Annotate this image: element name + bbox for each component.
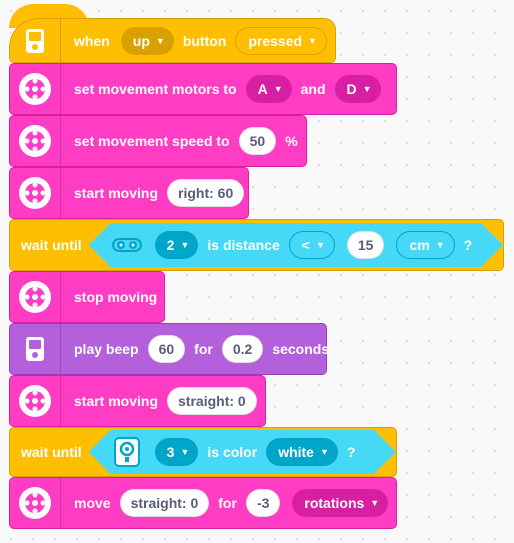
move-unit-value: rotations [304, 495, 365, 511]
motor-a-dropdown[interactable]: A ▼ [245, 75, 292, 103]
color-sensor-icon-box [111, 436, 143, 468]
motor-icon-cell [10, 116, 61, 166]
motor-icon-cell [10, 64, 61, 114]
wait-until-label: wait until [21, 444, 82, 460]
steering-input[interactable]: right: 60 [167, 179, 245, 207]
color-condition[interactable]: 3 ▼ is color white ▼ ? [89, 430, 396, 474]
chevron-down-icon: ▼ [273, 84, 283, 94]
stop-moving-label: stop moving [74, 289, 158, 305]
motor-b-value: D [346, 81, 357, 97]
motor-icon [19, 281, 51, 313]
chevron-down-icon: ▼ [435, 240, 445, 250]
set-speed-label: set movement speed to [74, 133, 230, 149]
seconds-label: seconds [272, 341, 330, 357]
color-sensor-icon [114, 437, 140, 467]
speed-input[interactable]: 50 [238, 127, 277, 155]
chevron-down-icon: ▼ [180, 240, 190, 250]
and-label: and [300, 81, 326, 97]
percent-label: % [285, 133, 298, 149]
comparator-dropdown[interactable]: < ▼ [289, 231, 335, 259]
button-dropdown-value: up [132, 32, 150, 49]
when-label: when [74, 32, 110, 49]
is-distance-label: is distance [207, 237, 280, 253]
motor-icon-cell [10, 478, 61, 528]
set-movement-speed-block[interactable]: set movement speed to 50 % [9, 115, 307, 167]
for-label: for [218, 495, 237, 511]
set-movement-motors-block[interactable]: set movement motors to A ▼ and D ▼ [9, 63, 397, 115]
is-color-label: is color [207, 444, 258, 460]
chevron-down-icon: ▼ [308, 35, 317, 46]
wait-until-label: wait until [21, 237, 82, 253]
when-button-pressed-block[interactable]: when up ▼ button pressed ▼ [9, 18, 336, 63]
chevron-down-icon: ▼ [315, 240, 325, 250]
hub-icon [26, 28, 44, 53]
comparator-value: < [301, 237, 310, 253]
beep-duration-input[interactable]: 0.2 [221, 335, 264, 363]
steering-input[interactable]: straight: 0 [167, 387, 257, 415]
wait-until-color-block[interactable]: wait until 3 ▼ is color white ▼ ? [9, 427, 397, 477]
move-amount-input[interactable]: -3 [245, 489, 281, 517]
distance-port-value: 2 [166, 237, 175, 253]
move-steering-input[interactable]: straight: 0 [119, 489, 210, 517]
play-beep-label: play beep [74, 341, 139, 357]
start-moving-block[interactable]: start moving straight: 0 [9, 375, 266, 427]
hub-icon-cell [10, 19, 61, 62]
hub-icon-cell [10, 324, 61, 374]
chevron-down-icon: ▼ [319, 447, 329, 457]
button-dropdown[interactable]: up ▼ [120, 26, 174, 55]
button-state-dropdown[interactable]: pressed ▼ [235, 26, 327, 55]
motor-icon [19, 487, 51, 519]
chevron-down-icon: ▼ [180, 447, 190, 457]
distance-unit-dropdown[interactable]: cm ▼ [396, 231, 454, 259]
button-state-value: pressed [248, 32, 303, 49]
stop-moving-block[interactable]: stop moving [9, 271, 165, 323]
color-port-value: 3 [166, 444, 175, 460]
wait-until-distance-block[interactable]: wait until 2 ▼ is distance < ▼ 15 cm ▼ ? [9, 219, 504, 271]
distance-port-dropdown[interactable]: 2 ▼ [155, 231, 199, 259]
button-label: button [182, 32, 227, 49]
start-moving-label: start moving [74, 185, 159, 201]
motor-icon-cell [10, 376, 61, 426]
beep-note-input[interactable]: 60 [147, 335, 186, 363]
question-mark: ? [463, 237, 473, 253]
for-label: for [194, 341, 213, 357]
start-moving-block[interactable]: start moving right: 60 [9, 167, 249, 219]
motor-icon [19, 385, 51, 417]
motor-a-value: A [257, 81, 268, 97]
distance-sensor-icon [112, 236, 142, 254]
motor-icon [19, 177, 51, 209]
motor-b-dropdown[interactable]: D ▼ [334, 75, 381, 103]
set-motors-label: set movement motors to [74, 81, 237, 97]
move-unit-dropdown[interactable]: rotations ▼ [292, 489, 389, 517]
distance-unit-value: cm [409, 237, 430, 253]
distance-sensor-icon-box [111, 229, 143, 261]
move-block[interactable]: move straight: 0 for -3 rotations ▼ [9, 477, 397, 529]
motor-icon-cell [10, 168, 61, 218]
color-port-dropdown[interactable]: 3 ▼ [155, 438, 199, 466]
chevron-down-icon: ▼ [362, 84, 372, 94]
move-label: move [74, 495, 111, 511]
motor-icon [19, 125, 51, 157]
play-beep-block[interactable]: play beep 60 for 0.2 seconds [9, 323, 330, 375]
color-value: white [278, 444, 314, 460]
question-mark: ? [346, 444, 356, 460]
chevron-down-icon: ▼ [155, 35, 165, 46]
color-value-dropdown[interactable]: white ▼ [266, 438, 338, 466]
start-moving-label: start moving [74, 393, 159, 409]
motor-icon [19, 73, 51, 105]
distance-condition[interactable]: 2 ▼ is distance < ▼ 15 cm ▼ ? [89, 223, 503, 267]
motor-icon-cell [10, 272, 61, 322]
distance-value-input[interactable]: 15 [347, 231, 385, 259]
hub-icon [26, 337, 44, 361]
chevron-down-icon: ▼ [370, 498, 380, 508]
